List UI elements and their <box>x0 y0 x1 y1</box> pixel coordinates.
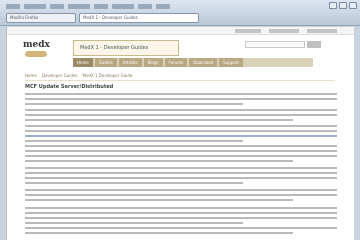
menu-item[interactable] <box>68 4 90 9</box>
menu-item[interactable] <box>156 4 170 9</box>
nav-tab-support[interactable]: Support <box>219 58 243 67</box>
logo-text: medx <box>23 40 50 50</box>
maximize-icon[interactable] <box>339 2 347 9</box>
browser-menubar <box>6 2 170 11</box>
nav-tab-blogs[interactable]: Blogs <box>143 58 163 67</box>
nav-tab-articles[interactable]: Articles <box>118 58 142 67</box>
nav-tab-home[interactable]: Home <box>73 58 93 67</box>
minimize-icon[interactable] <box>329 2 337 9</box>
paragraph <box>25 167 337 187</box>
paragraph <box>25 109 337 124</box>
guide-banner: MedX 1 - Developer Guides <box>73 40 179 56</box>
logo-mark <box>25 51 47 57</box>
tab-strip: Mozilla Firefox MedX 1 - Developer Guide… <box>6 13 336 23</box>
breadcrumb: Home Developer Guides MedX 1 Developer G… <box>25 73 335 81</box>
search-input[interactable] <box>245 41 305 48</box>
web-page: medx MedX 1 - Developer Guides Home Guid… <box>6 27 354 240</box>
menu-item[interactable] <box>6 4 20 9</box>
utility-link[interactable] <box>269 29 299 33</box>
menu-item[interactable] <box>94 4 108 9</box>
paragraph <box>25 125 337 145</box>
menu-item[interactable] <box>138 4 152 9</box>
nav-tab-guides[interactable]: Guides <box>94 58 117 67</box>
paragraph <box>25 207 337 227</box>
paragraph <box>25 189 337 204</box>
site-logo[interactable]: medx <box>21 39 51 61</box>
search-button[interactable] <box>307 41 321 48</box>
browser-tab[interactable]: Mozilla Firefox <box>6 13 76 23</box>
utility-link[interactable] <box>307 29 337 33</box>
browser-tab-active[interactable]: MedX 1 - Developer Guides <box>79 13 199 23</box>
menu-item[interactable] <box>112 4 134 9</box>
breadcrumb-item[interactable]: Home <box>25 73 37 80</box>
breadcrumb-item[interactable]: Developer Guides <box>42 73 78 80</box>
top-utility-bar <box>7 27 354 35</box>
utility-link[interactable] <box>235 29 261 33</box>
nav-tab-download[interactable]: Download <box>189 58 218 67</box>
paragraph <box>25 145 337 165</box>
window-controls <box>329 2 357 9</box>
nav-tab-forums[interactable]: Forums <box>164 58 188 67</box>
page-title: MCF Update Server/Distributed <box>25 84 114 90</box>
menu-item[interactable] <box>50 4 64 9</box>
paragraph <box>25 227 337 237</box>
browser-chrome: Mozilla Firefox MedX 1 - Developer Guide… <box>0 0 360 26</box>
main-nav: Home Guides Articles Blogs Forums Downlo… <box>73 58 313 67</box>
menu-item[interactable] <box>24 4 46 9</box>
breadcrumb-item[interactable]: MedX 1 Developer Guide <box>83 73 133 80</box>
paragraph <box>25 93 337 108</box>
close-icon[interactable] <box>349 2 357 9</box>
